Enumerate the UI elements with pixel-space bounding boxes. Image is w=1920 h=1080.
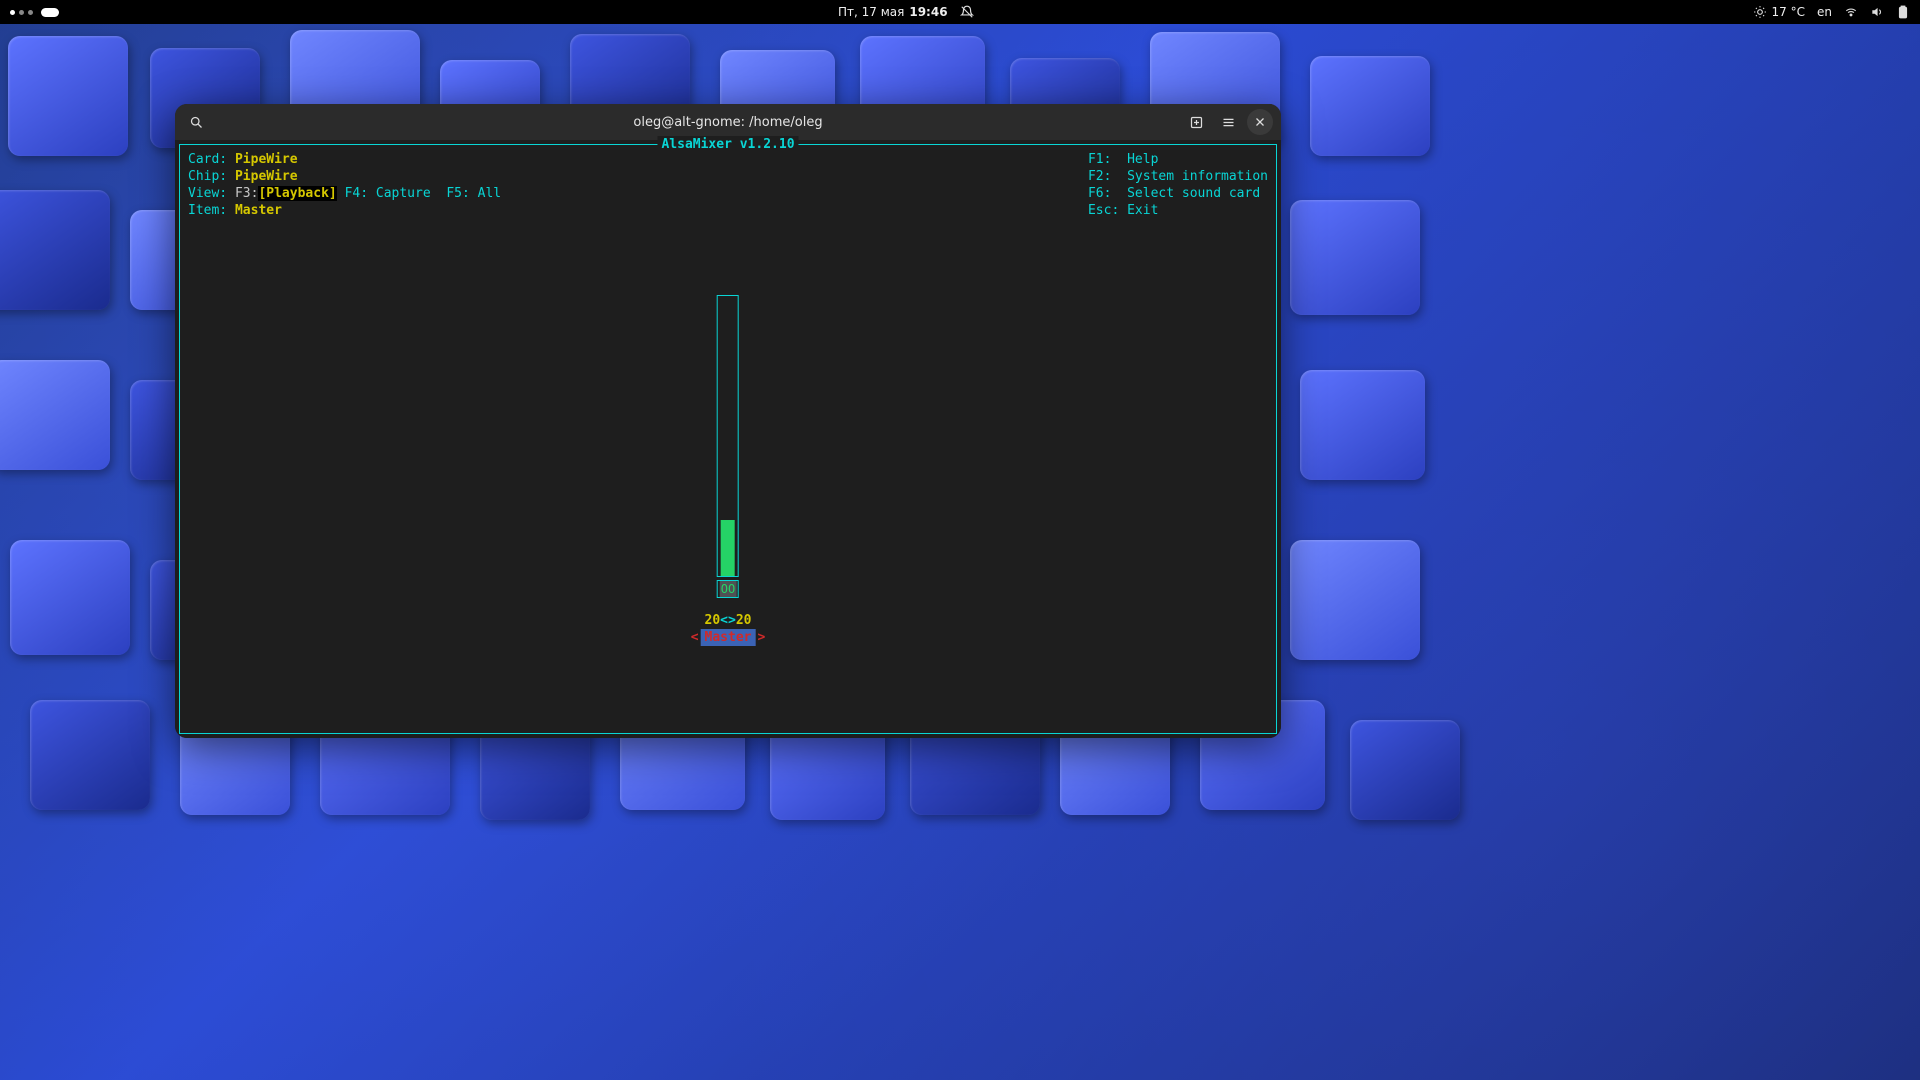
channel-name: Master: [701, 629, 756, 646]
volume-bar[interactable]: [717, 295, 739, 577]
sun-icon: [1753, 5, 1767, 19]
top-panel: Пт, 17 мая 19:46 17 °C en: [0, 0, 1920, 24]
wallpaper-tile: [0, 190, 110, 310]
menu-button[interactable]: [1215, 109, 1241, 135]
wallpaper-tile: [30, 700, 150, 810]
chevron-left-icon: <: [691, 629, 699, 646]
wallpaper-tile: [0, 360, 110, 470]
alsamixer-info-right: F1: Help F2: System information F6: Sele…: [1088, 151, 1268, 219]
volume-readout: 20<>20: [705, 612, 752, 629]
wallpaper-tile: [10, 540, 130, 655]
close-button[interactable]: [1247, 109, 1273, 135]
bell-muted-icon[interactable]: [960, 5, 974, 19]
new-tab-icon: [1189, 115, 1204, 130]
search-button[interactable]: [183, 109, 209, 135]
panel-date: Пт, 17 мая: [838, 5, 904, 19]
alsamixer-frame: AlsaMixer v1.2.10 Card: PipeWire Chip: P…: [179, 144, 1277, 734]
window-title: oleg@alt-gnome: /home/oleg: [175, 115, 1281, 130]
keyboard-layout[interactable]: en: [1817, 5, 1832, 19]
wallpaper-tile: [1350, 720, 1460, 820]
terminal-body[interactable]: AlsaMixer v1.2.10 Card: PipeWire Chip: P…: [175, 140, 1281, 738]
wallpaper-tile: [1290, 540, 1420, 660]
weather-indicator[interactable]: 17 °C: [1753, 5, 1805, 19]
chevron-right-icon: >: [757, 629, 765, 646]
volume-fill: [721, 520, 735, 576]
temperature-label: 17 °C: [1772, 5, 1805, 19]
channel-selector: < Master >: [691, 629, 766, 646]
wifi-icon[interactable]: [1844, 5, 1858, 19]
wallpaper-tile: [1310, 56, 1430, 156]
window-titlebar[interactable]: oleg@alt-gnome: /home/oleg: [175, 104, 1281, 140]
alsamixer-info-left: Card: PipeWire Chip: PipeWire View: F3:[…: [188, 151, 501, 219]
wallpaper-tile: [8, 36, 128, 156]
volume-icon[interactable]: [1870, 5, 1884, 19]
wallpaper-tile: [1300, 370, 1425, 480]
mute-indicator[interactable]: OO: [717, 580, 739, 598]
battery-icon[interactable]: [1896, 5, 1910, 19]
close-icon: [1254, 116, 1266, 128]
panel-time: 19:46: [909, 5, 947, 19]
volume-channel[interactable]: OO 20<>20 < Master >: [691, 295, 766, 646]
new-tab-button[interactable]: [1183, 109, 1209, 135]
hamburger-icon: [1221, 115, 1236, 130]
panel-clock[interactable]: Пт, 17 мая 19:46: [838, 5, 948, 19]
activities-indicator[interactable]: [10, 8, 59, 17]
search-icon: [189, 115, 204, 130]
wallpaper-tile: [1290, 200, 1420, 315]
terminal-window: oleg@alt-gnome: /home/oleg AlsaMixer v1.…: [175, 104, 1281, 738]
